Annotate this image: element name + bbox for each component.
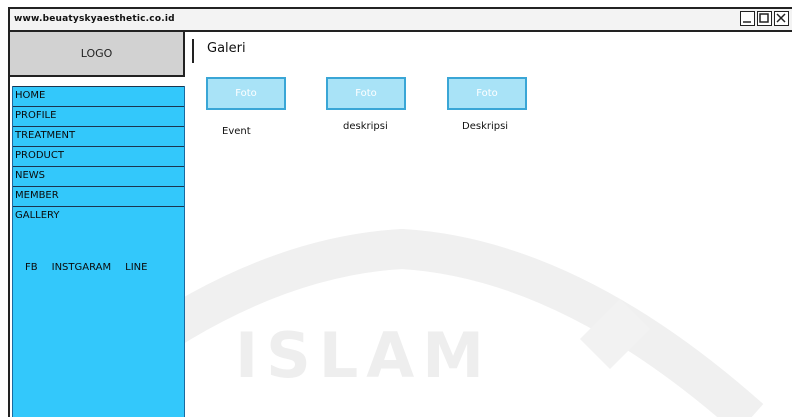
sidebar-item-home[interactable]: HOME: [13, 86, 184, 106]
facebook-link[interactable]: FB: [25, 262, 38, 273]
watermark-text: ISLAM: [235, 319, 492, 392]
page-title: Galeri: [207, 41, 246, 56]
social-links: FB INSTGARAM LINE: [25, 262, 147, 273]
photo-thumbnail[interactable]: Foto: [447, 77, 527, 110]
maximize-icon: [759, 13, 769, 23]
close-button[interactable]: [774, 11, 789, 26]
title-bar: www.beuatyskyaesthetic.co.id: [10, 9, 792, 32]
photo-thumbnail[interactable]: Foto: [206, 77, 286, 110]
line-link[interactable]: LINE: [125, 262, 147, 273]
logo-placeholder[interactable]: LOGO: [10, 32, 185, 77]
minimize-button[interactable]: [740, 11, 755, 26]
sidebar-item-treatment[interactable]: TREATMENT: [13, 126, 184, 146]
photo-caption: Deskripsi: [462, 121, 509, 132]
sidebar-item-product[interactable]: PRODUCT: [13, 146, 184, 166]
maximize-button[interactable]: [757, 11, 772, 26]
sidebar-item-news[interactable]: NEWS: [13, 166, 184, 186]
photo-caption: Event: [222, 126, 251, 137]
title-divider: [192, 39, 194, 63]
url-text: www.beuatyskyaesthetic.co.id: [14, 14, 175, 24]
sidebar-item-member[interactable]: MEMBER: [13, 186, 184, 206]
sidebar-item-gallery[interactable]: GALLERY: [13, 206, 184, 226]
sidebar-nav: HOME PROFILE TREATMENT PRODUCT NEWS MEMB…: [12, 86, 185, 417]
photo-thumbnail[interactable]: Foto: [326, 77, 406, 110]
instagram-link[interactable]: INSTGARAM: [52, 262, 112, 273]
browser-window: ISLAM www.beuatyskyaesthetic.co.id LOGO …: [8, 7, 792, 417]
sidebar-item-profile[interactable]: PROFILE: [13, 106, 184, 126]
close-icon: [776, 13, 786, 23]
photo-caption: deskripsi: [343, 121, 388, 132]
minimize-icon: [743, 21, 751, 23]
